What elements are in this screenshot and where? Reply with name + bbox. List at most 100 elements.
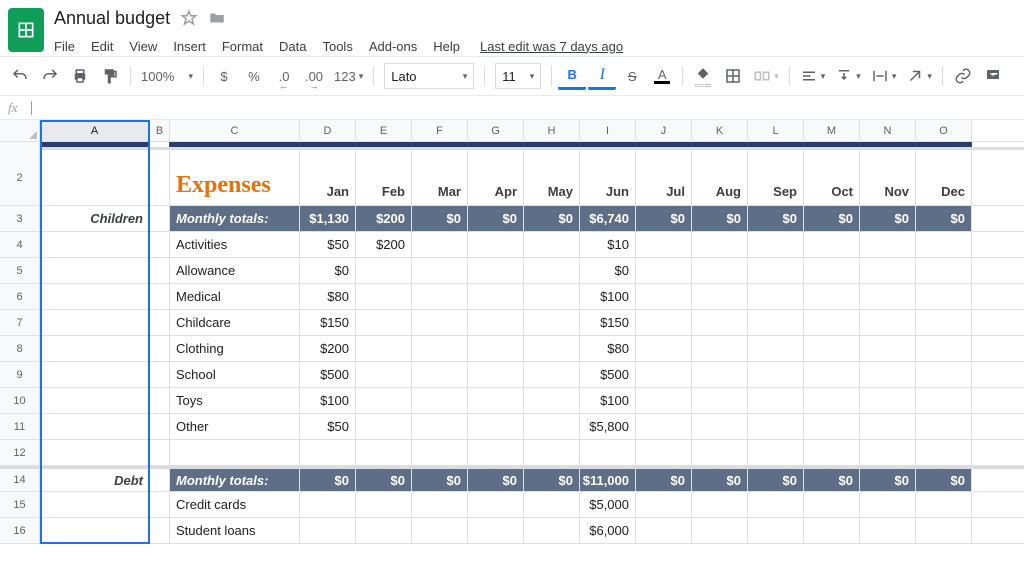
cell[interactable]	[916, 440, 972, 465]
cell[interactable]	[860, 388, 916, 413]
cell[interactable]	[636, 232, 692, 257]
row-header[interactable]: 14	[0, 469, 40, 491]
cell[interactable]	[804, 388, 860, 413]
cell[interactable]	[636, 310, 692, 335]
cell[interactable]	[356, 388, 412, 413]
cell[interactable]	[636, 388, 692, 413]
cell[interactable]: $100	[580, 388, 636, 413]
cell[interactable]	[356, 518, 412, 543]
cell[interactable]: $150	[580, 310, 636, 335]
percent-button[interactable]: %	[240, 62, 268, 90]
row-label[interactable]: Activities	[170, 232, 300, 257]
cell-1-O[interactable]	[916, 142, 972, 147]
row-header-2[interactable]: 2	[0, 150, 40, 205]
col-header-F[interactable]: F	[412, 120, 468, 141]
cell[interactable]	[412, 414, 468, 439]
cell[interactable]	[804, 336, 860, 361]
cell[interactable]	[524, 440, 580, 465]
decrease-decimal-button[interactable]: .0←	[270, 62, 298, 90]
star-icon[interactable]	[180, 9, 198, 27]
cell[interactable]	[356, 336, 412, 361]
cell[interactable]	[468, 310, 524, 335]
cell[interactable]	[692, 284, 748, 309]
cell[interactable]: $5,000	[580, 492, 636, 517]
cell[interactable]	[916, 258, 972, 283]
cell[interactable]: $0	[412, 469, 468, 491]
cell[interactable]: $0	[356, 469, 412, 491]
row-header[interactable]: 9	[0, 362, 40, 387]
cell[interactable]	[804, 284, 860, 309]
cell-1-B[interactable]	[150, 142, 170, 147]
cell[interactable]: $80	[580, 336, 636, 361]
cell[interactable]: $100	[580, 284, 636, 309]
row-header[interactable]: 8	[0, 336, 40, 361]
menu-insert[interactable]: Insert	[173, 39, 206, 54]
row-label[interactable]: Toys	[170, 388, 300, 413]
row-header[interactable]: 7	[0, 310, 40, 335]
row-label[interactable]: School	[170, 362, 300, 387]
row-header[interactable]: 5	[0, 258, 40, 283]
cell[interactable]	[748, 414, 804, 439]
cell[interactable]: $0	[412, 206, 468, 231]
cell[interactable]: $0	[468, 469, 524, 491]
cell[interactable]: $200	[356, 232, 412, 257]
cell[interactable]	[692, 388, 748, 413]
last-edit-link[interactable]: Last edit was 7 days ago	[480, 39, 623, 54]
cell[interactable]	[524, 232, 580, 257]
col-header-B[interactable]: B	[150, 120, 170, 141]
category-label[interactable]: Debt	[40, 469, 150, 491]
cell[interactable]	[412, 336, 468, 361]
cell[interactable]: $0	[916, 469, 972, 491]
cell[interactable]	[636, 492, 692, 517]
cell[interactable]	[860, 492, 916, 517]
cell[interactable]	[524, 284, 580, 309]
cell[interactable]	[580, 440, 636, 465]
cell[interactable]: $0	[468, 206, 524, 231]
col-header-N[interactable]: N	[860, 120, 916, 141]
strikethrough-button[interactable]: S	[618, 62, 646, 90]
cell-1-N[interactable]	[860, 142, 916, 147]
cell[interactable]	[468, 492, 524, 517]
cell[interactable]	[150, 414, 170, 439]
cell-1-G[interactable]	[468, 142, 524, 147]
cell[interactable]: $10	[580, 232, 636, 257]
cell[interactable]: $500	[300, 362, 356, 387]
cell[interactable]	[412, 310, 468, 335]
row-label[interactable]: Other	[170, 414, 300, 439]
cell[interactable]	[468, 440, 524, 465]
cell[interactable]	[40, 284, 150, 309]
cell[interactable]	[692, 310, 748, 335]
sheets-app-icon[interactable]	[8, 8, 44, 52]
cell[interactable]	[692, 518, 748, 543]
cell[interactable]: $80	[300, 284, 356, 309]
cell[interactable]	[860, 518, 916, 543]
col-header-C[interactable]: C	[170, 120, 300, 141]
cell[interactable]: $1,130	[300, 206, 356, 231]
cell[interactable]	[692, 414, 748, 439]
h-align-button[interactable]	[796, 62, 830, 90]
cell[interactable]	[300, 440, 356, 465]
select-all-corner[interactable]	[0, 120, 40, 142]
row-label[interactable]: Allowance	[170, 258, 300, 283]
cell[interactable]	[412, 232, 468, 257]
row-header[interactable]: 15	[0, 492, 40, 517]
cell[interactable]: $0	[636, 469, 692, 491]
row-header-1[interactable]	[0, 142, 40, 150]
month-header[interactable]: Sep	[748, 150, 804, 205]
cell[interactable]	[150, 440, 170, 465]
cell[interactable]	[40, 336, 150, 361]
cell[interactable]	[916, 414, 972, 439]
cell[interactable]	[40, 258, 150, 283]
cell-1-K[interactable]	[692, 142, 748, 147]
col-header-J[interactable]: J	[636, 120, 692, 141]
row-header[interactable]: 3	[0, 206, 40, 231]
col-header-H[interactable]: H	[524, 120, 580, 141]
bold-button[interactable]: B	[558, 62, 586, 90]
cell[interactable]	[40, 310, 150, 335]
redo-button[interactable]	[36, 62, 64, 90]
cell[interactable]	[170, 440, 300, 465]
number-format-button[interactable]: 123	[330, 62, 367, 90]
row-label[interactable]: Medical	[170, 284, 300, 309]
totals-label[interactable]: Monthly totals:	[170, 469, 300, 491]
font-select[interactable]: Lato	[384, 63, 474, 89]
